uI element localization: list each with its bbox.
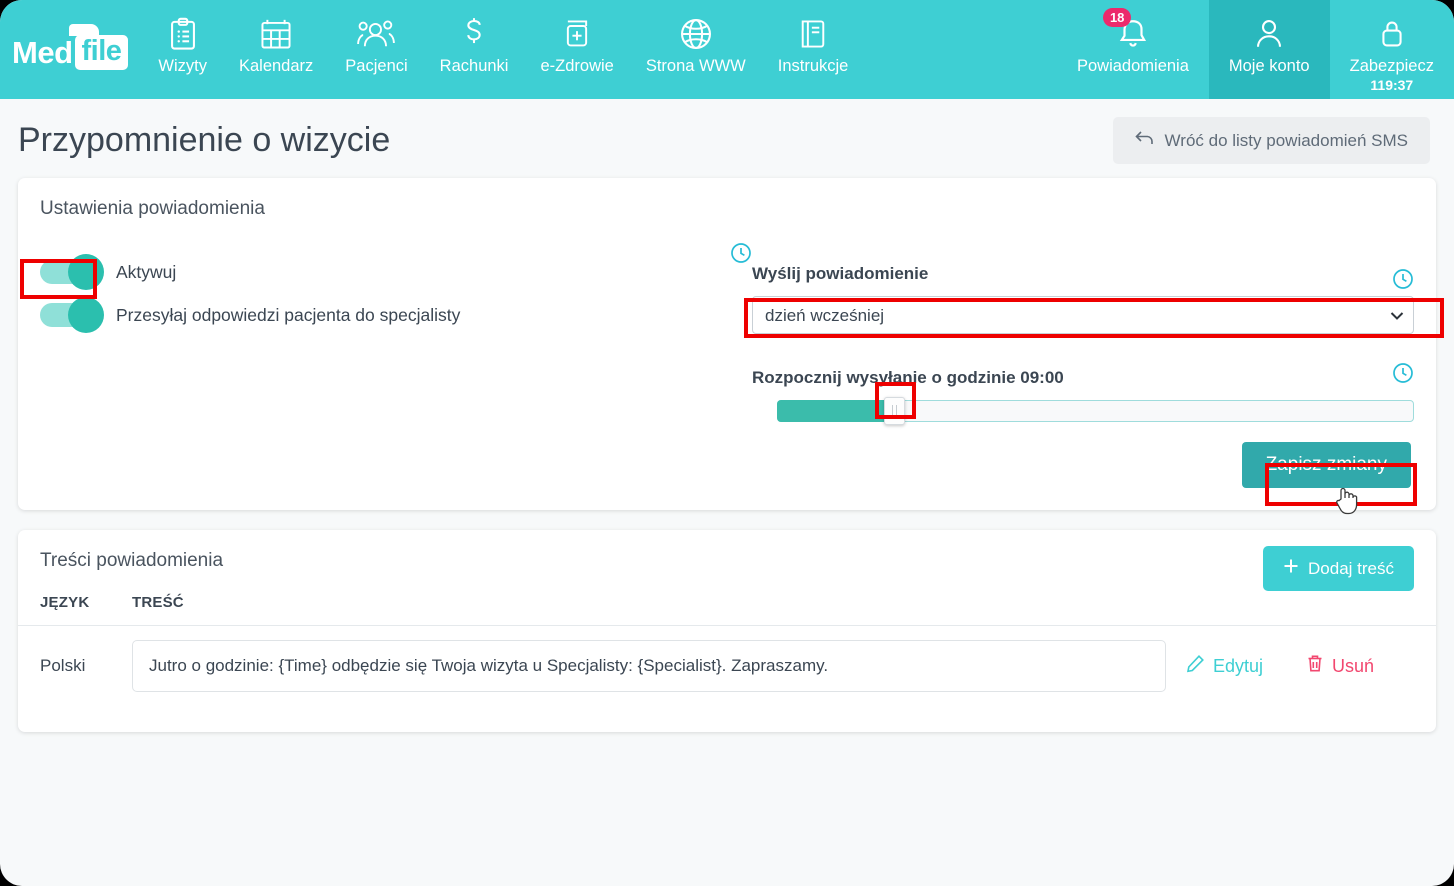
send-select-wrapper: dzień wcześniej (752, 296, 1414, 334)
column-header-language: JĘZYK (18, 590, 122, 626)
add-content-label: Dodaj treść (1308, 558, 1394, 578)
notification-badge: 18 (1102, 8, 1132, 27)
slider-fill (777, 400, 897, 422)
nav-item-moje-konto[interactable]: Moje konto (1208, 0, 1330, 99)
nav-item-strona-www[interactable]: Strona WWW (630, 0, 762, 99)
back-to-sms-list-button[interactable]: Wróć do listy powiadomień SMS (1112, 117, 1430, 164)
logo-file-badge: file (68, 24, 129, 70)
slider-handle[interactable] (884, 397, 905, 425)
session-timer: 119:37 (1370, 77, 1414, 93)
clock-icon-send (1392, 268, 1414, 290)
nav-right-group: 18 Powiadomienia Moje konto Zabezpiecz 1… (1057, 0, 1454, 99)
nav-label-pacjenci: Pacjenci (345, 57, 408, 75)
clock-icon-slider (1392, 362, 1414, 384)
column-header-edit (1176, 590, 1296, 626)
nav-label-zabezpiecz: Zabezpiecz (1349, 57, 1434, 75)
nav-item-rachunki[interactable]: Rachunki (424, 0, 525, 99)
app-window: Med file Wizyty Kalendarz Pacjenci Rachu… (0, 0, 1454, 886)
delete-label: Usuń (1332, 655, 1375, 676)
page-title: Przypomnienie o wizycie (18, 121, 391, 159)
nav-label-instrukcje: Instrukcje (777, 57, 849, 75)
start-sending-label: Rozpocznij wysyłanie o godzinie 09:00 (752, 368, 1064, 387)
page-header: Przypomnienie o wizycie Wróć do listy po… (0, 99, 1454, 178)
pencil-icon (1186, 654, 1205, 678)
toggle-forward-label: Przesyłaj odpowiedzi pacjenta do specjal… (116, 304, 461, 325)
edit-button[interactable]: Edytuj (1186, 654, 1263, 678)
toggle-activate[interactable] (40, 254, 104, 290)
globe-icon (679, 14, 713, 54)
nav-label-wizyty: Wizyty (158, 57, 207, 75)
nav-label-e-zdrowie: e-Zdrowie (540, 57, 614, 75)
settings-left-column: Aktywuj Przesyłaj odpowiedzi pacjenta do… (40, 220, 752, 422)
nav-item-kalendarz[interactable]: Kalendarz (223, 0, 329, 99)
start-time-slider[interactable] (752, 397, 1414, 425)
column-header-content: TREŚĆ (122, 590, 1176, 626)
people-icon (357, 14, 396, 54)
contents-table: JĘZYK TREŚĆ Polski Jutro o godzinie: {Ti… (18, 590, 1436, 706)
lock-icon (1378, 14, 1406, 54)
nav-item-pacjenci[interactable]: Pacjenci (329, 0, 423, 99)
table-row: Polski Jutro o godzinie: {Time} odbędzie… (18, 626, 1436, 707)
calendar-icon (260, 14, 292, 54)
nav-label-powiadomienia: Powiadomienia (1076, 57, 1189, 75)
nav-label-strona-www: Strona WWW (645, 57, 746, 75)
message-text-box[interactable]: Jutro o godzinie: {Time} odbędzie się Tw… (132, 640, 1166, 692)
back-arrow-icon (1134, 130, 1155, 151)
table-header-row: JĘZYK TREŚĆ (18, 590, 1436, 626)
notification-settings-card: Ustawienia powiadomienia Aktywuj Przesył… (18, 178, 1436, 510)
plus-icon (1283, 558, 1299, 579)
dollar-icon (461, 14, 487, 54)
nav-item-zabezpiecz[interactable]: Zabezpiecz 119:37 (1330, 0, 1454, 99)
notification-contents-card: Treści powiadomienia Dodaj treść JĘZYK T… (18, 530, 1436, 732)
row-edit-cell: Edytuj (1176, 626, 1296, 707)
nav-label-moje-konto: Moje konto (1228, 57, 1310, 75)
send-notification-label: Wyślij powiadomienie (752, 264, 929, 283)
toggle-row-activate: Aktywuj (40, 254, 752, 290)
clock-icon-left-column (730, 242, 752, 264)
bell-icon: 18 (1102, 8, 1149, 54)
toggle-forward-replies[interactable] (40, 297, 104, 333)
row-language: Polski (40, 656, 86, 675)
contents-card-title: Treści powiadomienia (40, 550, 224, 571)
main-nav: Wizyty Kalendarz Pacjenci Rachunki e-Zdr… (142, 0, 864, 99)
settings-card-title: Ustawienia powiadomienia (40, 198, 265, 219)
book-icon (798, 14, 828, 54)
logo[interactable]: Med file (0, 0, 142, 99)
row-message-cell: Jutro o godzinie: {Time} odbędzie się Tw… (122, 626, 1176, 707)
toggle-row-forward: Przesyłaj odpowiedzi pacjenta do specjal… (40, 297, 752, 333)
back-button-label: Wróć do listy powiadomień SMS (1164, 130, 1408, 150)
save-changes-button[interactable]: Zapisz zmiany (1241, 442, 1411, 488)
logo-text-med: Med (12, 34, 73, 70)
medical-file-icon (562, 14, 592, 54)
column-header-delete (1296, 590, 1436, 626)
top-navigation-bar: Med file Wizyty Kalendarz Pacjenci Rachu… (0, 0, 1454, 99)
nav-item-wizyty[interactable]: Wizyty (142, 0, 223, 99)
nav-item-powiadomienia[interactable]: 18 Powiadomienia (1057, 0, 1209, 99)
trash-icon (1306, 654, 1324, 678)
clipboard-icon (168, 14, 198, 54)
settings-right-column: Wyślij powiadomienie dzień wcześniej Roz… (752, 220, 1414, 425)
nav-item-e-zdrowie[interactable]: e-Zdrowie (524, 0, 629, 99)
add-content-button[interactable]: Dodaj treść (1263, 546, 1414, 591)
nav-item-instrukcje[interactable]: Instrukcje (762, 0, 865, 99)
delete-button[interactable]: Usuń (1306, 654, 1374, 678)
toggle-activate-label: Aktywuj (116, 261, 177, 282)
nav-label-rachunki: Rachunki (439, 57, 509, 75)
nav-label-kalendarz: Kalendarz (238, 57, 314, 75)
edit-label: Edytuj (1213, 655, 1264, 676)
row-delete-cell: Usuń (1296, 626, 1436, 707)
user-icon (1254, 14, 1284, 54)
send-notification-select[interactable]: dzień wcześniej (752, 296, 1414, 334)
